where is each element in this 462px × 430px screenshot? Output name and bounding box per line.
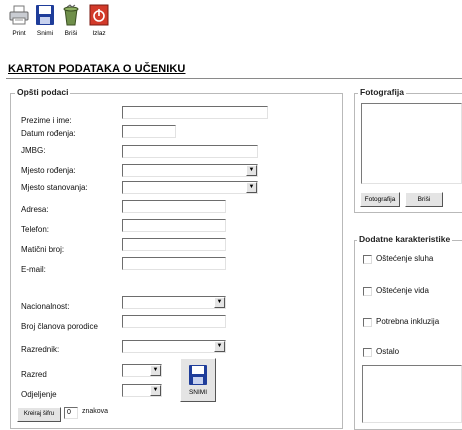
inclusion-label: Potrebna inkluzija xyxy=(376,317,440,326)
other-notes-textarea[interactable] xyxy=(362,365,462,423)
hearing-impairment-checkbox[interactable] xyxy=(363,255,372,264)
family-members-input[interactable] xyxy=(122,315,226,328)
exit-button[interactable]: Izlaz xyxy=(88,4,110,40)
save-form-button[interactable]: SNIMI xyxy=(180,358,216,402)
chevron-down-icon[interactable]: ▼ xyxy=(246,165,257,176)
power-off-icon xyxy=(89,4,109,26)
teacher-select[interactable]: ▼ xyxy=(122,340,226,353)
trash-bin-icon xyxy=(61,4,81,26)
address-input[interactable] xyxy=(122,200,226,213)
choose-photo-button[interactable]: Fotografija xyxy=(360,192,400,207)
family-members-label: Broj članova porodice xyxy=(21,322,98,331)
general-data-legend: Opšti podaci xyxy=(15,87,71,97)
dob-input[interactable] xyxy=(122,125,176,138)
residence-label: Mjesto stanovanja: xyxy=(21,183,88,192)
other-checkbox[interactable] xyxy=(363,348,372,357)
print-button[interactable]: Print xyxy=(8,4,30,40)
exit-label: Izlaz xyxy=(92,30,106,37)
dob-label: Datum rođenja: xyxy=(21,129,76,138)
create-code-button[interactable]: Kreiraj šifru xyxy=(17,407,61,422)
photo-frame xyxy=(361,103,462,184)
email-label: E-mail: xyxy=(21,265,46,274)
name-label: Prezime i ime: xyxy=(21,116,72,125)
grade-select[interactable]: ▼ xyxy=(122,364,162,377)
photo-legend: Fotografija xyxy=(358,87,406,97)
additional-traits-legend: Dodatne karakteristike xyxy=(357,234,453,244)
chevron-down-icon[interactable]: ▼ xyxy=(214,297,225,308)
address-label: Adresa: xyxy=(21,205,49,214)
email-input[interactable] xyxy=(122,257,226,270)
chevron-down-icon[interactable]: ▼ xyxy=(150,385,161,396)
chevron-down-icon[interactable]: ▼ xyxy=(150,365,161,376)
jmbg-label: JMBG: xyxy=(21,146,46,155)
birthplace-label: Mjesto rođenja: xyxy=(21,166,76,175)
chevron-down-icon[interactable]: ▼ xyxy=(246,182,257,193)
vision-impairment-checkbox[interactable] xyxy=(363,287,372,296)
page-title: KARTON PODATAKA O UČENIKU xyxy=(8,63,186,75)
floppy-disk-icon xyxy=(188,364,208,386)
inclusion-checkbox[interactable] xyxy=(363,318,372,327)
floppy-disk-icon xyxy=(35,4,55,26)
printer-icon xyxy=(9,4,29,26)
char-counter-suffix: znakova xyxy=(82,408,109,415)
save-toolbar-button[interactable]: Snimi xyxy=(34,4,56,40)
grade-label: Razred xyxy=(21,370,47,379)
save-form-label: SNIMI xyxy=(188,389,208,396)
reg-number-label: Matični broj: xyxy=(21,245,65,254)
nationality-select[interactable]: ▼ xyxy=(122,296,226,309)
other-label: Ostalo xyxy=(376,347,400,356)
vision-impairment-label: Oštećenje vida xyxy=(376,286,429,295)
phone-input[interactable] xyxy=(122,219,226,232)
delete-photo-button[interactable]: Briši xyxy=(405,192,443,207)
birthplace-select[interactable]: ▼ xyxy=(122,164,258,177)
title-divider xyxy=(6,78,462,79)
section-select[interactable]: ▼ xyxy=(122,384,162,397)
section-label: Odjeljenje xyxy=(21,390,57,399)
jmbg-input[interactable] xyxy=(122,145,258,158)
char-counter-input[interactable]: 0 xyxy=(64,407,78,419)
nationality-label: Nacionalnost: xyxy=(21,302,70,311)
delete-toolbar-button[interactable]: Briši xyxy=(60,4,82,40)
teacher-label: Razrednik: xyxy=(21,345,60,354)
reg-number-input[interactable] xyxy=(122,238,226,251)
hearing-impairment-label: Oštećenje sluha xyxy=(376,254,434,263)
name-input[interactable] xyxy=(122,106,268,119)
phone-label: Telefon: xyxy=(21,225,50,234)
residence-select[interactable]: ▼ xyxy=(122,181,258,194)
chevron-down-icon[interactable]: ▼ xyxy=(214,341,225,352)
